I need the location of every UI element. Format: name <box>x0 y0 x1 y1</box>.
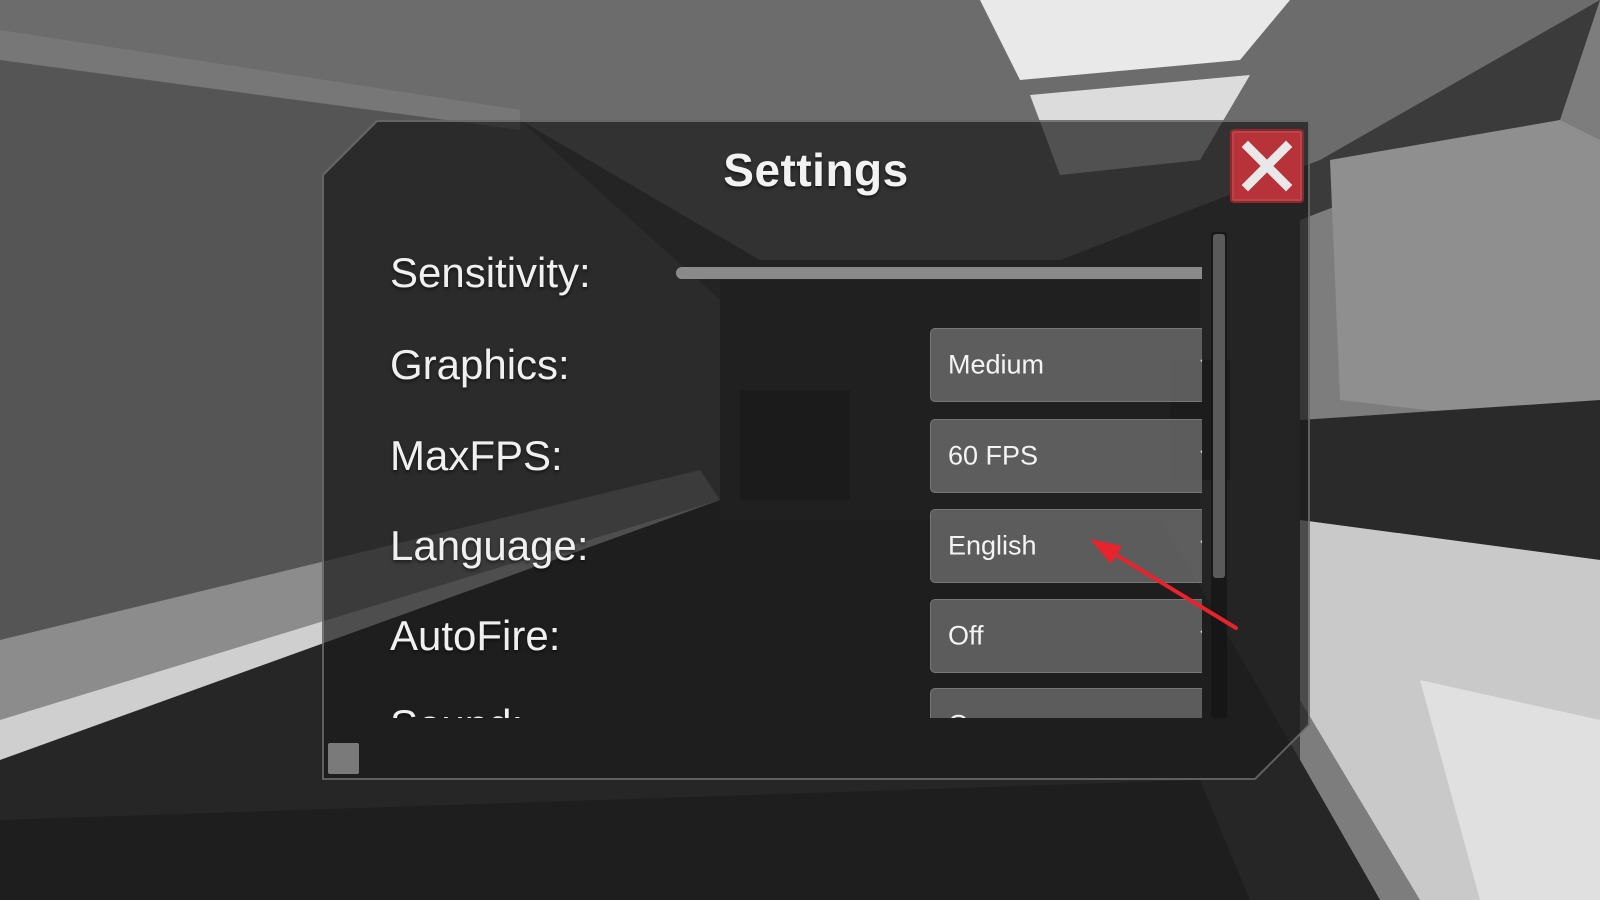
sensitivity-slider-fill <box>676 267 1202 279</box>
chevron-down-icon <box>1200 630 1202 634</box>
page-title: Settings <box>723 144 909 196</box>
chevron-down-icon <box>1200 450 1202 454</box>
autofire-value: Off <box>948 620 984 651</box>
close-x-icon <box>1241 140 1293 192</box>
sensitivity-slider[interactable] <box>676 267 1202 279</box>
graphics-dropdown[interactable]: Medium <box>930 328 1202 402</box>
sensitivity-row: Sensitivity: <box>390 236 1202 310</box>
language-value: English <box>948 530 1037 561</box>
settings-scrollbar[interactable] <box>1211 232 1227 718</box>
autofire-dropdown[interactable]: Off <box>930 599 1202 673</box>
sound-label: Sound: <box>390 701 523 718</box>
language-label: Language: <box>390 522 589 569</box>
settings-scrollbar-thumb[interactable] <box>1213 234 1225 578</box>
language-dropdown[interactable]: English <box>930 509 1202 583</box>
maxfps-row: MaxFPS: 60 FPS <box>390 419 1202 493</box>
language-row: Language: English <box>390 509 1202 583</box>
close-button[interactable] <box>1230 129 1304 203</box>
maxfps-label: MaxFPS: <box>390 432 563 479</box>
sensitivity-label: Sensitivity: <box>390 249 591 296</box>
sound-value: On <box>948 710 984 719</box>
autofire-row: AutoFire: Off <box>390 599 1202 673</box>
graphics-label: Graphics: <box>390 341 570 388</box>
resize-handle-icon <box>328 743 359 774</box>
maxfps-value: 60 FPS <box>948 440 1039 471</box>
sound-row: Sound: On <box>390 688 1202 718</box>
graphics-row: Graphics: Medium <box>390 328 1202 402</box>
maxfps-dropdown[interactable]: 60 FPS <box>930 419 1202 493</box>
settings-list[interactable]: Sensitivity: Graphics: Medium MaxFPS: 60… <box>322 225 1202 718</box>
sound-dropdown[interactable]: On <box>930 688 1202 718</box>
graphics-value: Medium <box>948 349 1045 380</box>
chevron-down-icon <box>1200 540 1202 544</box>
autofire-label: AutoFire: <box>390 612 561 659</box>
chevron-down-icon <box>1200 359 1202 363</box>
